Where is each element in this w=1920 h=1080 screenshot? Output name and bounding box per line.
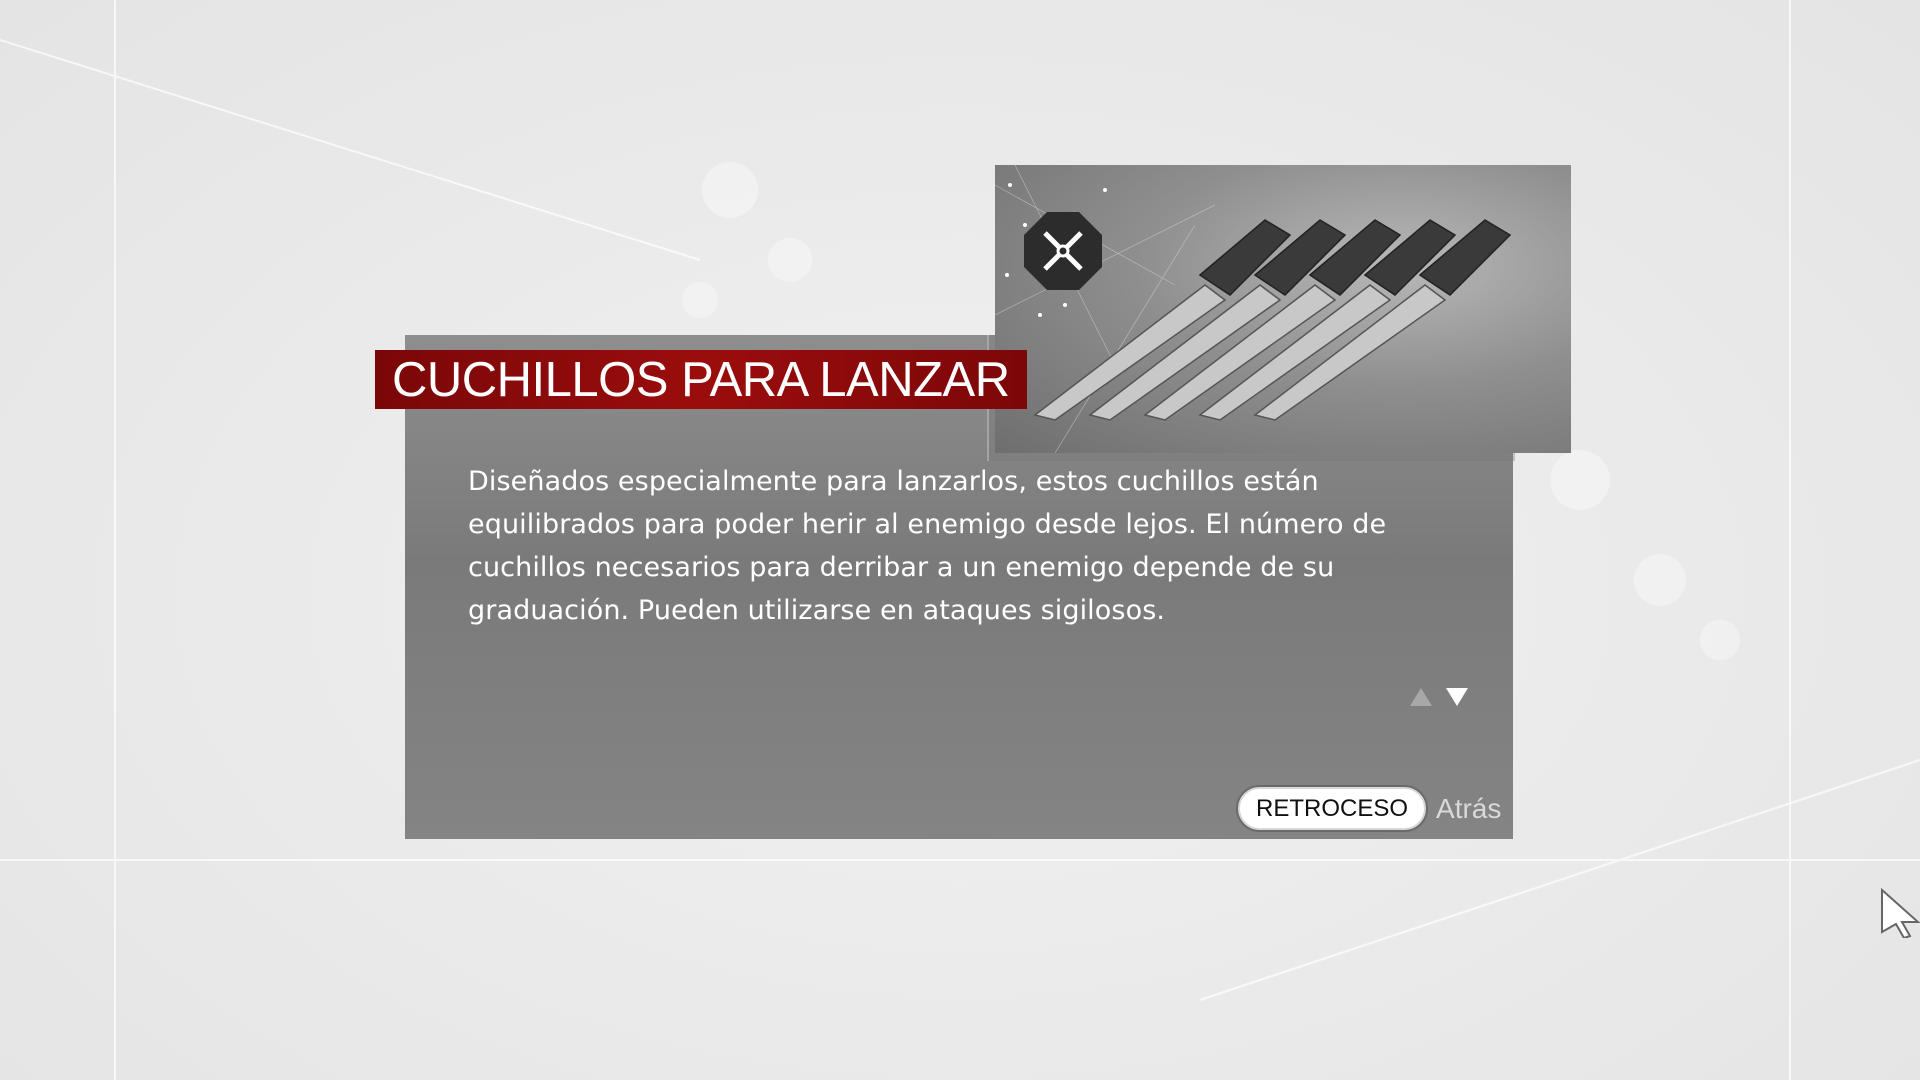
item-title-bar: CUCHILLOS PARA LANZAR <box>375 350 1027 409</box>
back-button[interactable]: RETROCESO Atrás <box>1238 787 1501 830</box>
arrow-up-icon[interactable] <box>1410 688 1432 706</box>
item-title: CUCHILLOS PARA LANZAR <box>392 352 1010 407</box>
scroll-controls <box>1410 688 1468 706</box>
arrow-down-icon[interactable] <box>1446 688 1468 706</box>
back-key-prompt[interactable]: RETROCESO <box>1238 787 1427 830</box>
knife-group <box>1033 219 1512 421</box>
crossed-daggers-icon <box>1024 212 1102 290</box>
throwing-knives-illustration <box>995 165 1512 453</box>
mouse-cursor-icon <box>1881 888 1920 938</box>
item-image <box>995 165 1571 453</box>
item-description: Diseñados especialmente para lanzarlos, … <box>468 466 1387 626</box>
back-label[interactable]: Atrás <box>1436 793 1501 825</box>
